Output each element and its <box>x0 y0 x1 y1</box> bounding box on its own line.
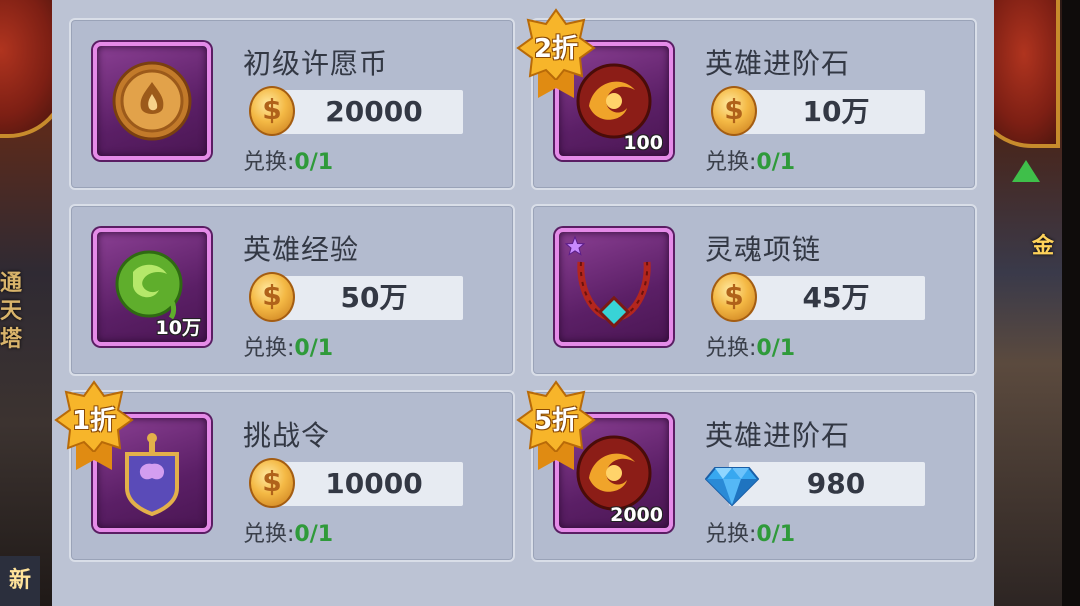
item-frame <box>93 42 211 160</box>
coin-icon: $ <box>249 272 295 322</box>
coin-icon: $ <box>711 86 757 136</box>
soul-necklace-icon <box>577 261 651 329</box>
exchange-status: 兑换:0/1 <box>705 144 795 176</box>
left-bottom-tab[interactable]: 新 <box>0 556 40 606</box>
coin-icon: $ <box>249 86 295 136</box>
exchange-status: 兑换:0/1 <box>705 330 795 362</box>
shop-item-card[interactable]: 2000 英雄进阶石 980 兑换:0/1 <box>531 390 977 562</box>
price-value: 20000 <box>325 95 423 128</box>
price-value: 50万 <box>340 281 408 314</box>
exchange-label: 兑换: <box>243 336 295 361</box>
shop-item-card[interactable]: 灵魂项链 45万 $ 兑换:0/1 <box>531 204 977 376</box>
price-bar: 50万 <box>267 276 463 320</box>
price-bar: 10万 <box>729 90 925 134</box>
discount-badge: 5折 <box>516 380 596 470</box>
exchange-status: 兑换:0/1 <box>243 144 333 176</box>
item-count: 2000 <box>610 504 663 526</box>
item-frame <box>555 228 673 346</box>
exchange-label: 兑换: <box>243 150 295 175</box>
discount-label: 1折 <box>71 406 117 436</box>
price-bar: 45万 <box>729 276 925 320</box>
item-name: 英雄经验 <box>243 233 360 266</box>
price-value: 10万 <box>802 95 870 128</box>
exchange-count: 0/1 <box>756 336 796 361</box>
item-name: 灵魂项链 <box>705 233 822 266</box>
shop-item-card[interactable]: 初级许愿币 20000 $ 兑换:0/1 <box>69 18 515 190</box>
item-name: 挑战令 <box>243 419 331 452</box>
diamond-icon <box>705 467 759 506</box>
discount-label: 5折 <box>533 406 579 436</box>
item-count: 10万 <box>155 317 201 339</box>
exchange-status: 兑换:0/1 <box>243 516 333 548</box>
discount-badge: 2折 <box>516 8 596 98</box>
item-count: 100 <box>623 132 663 154</box>
exchange-status: 兑换:0/1 <box>243 330 333 362</box>
exchange-count: 0/1 <box>756 150 796 175</box>
exchange-label: 兑换: <box>243 522 295 547</box>
right-side-label: 金 <box>1031 234 1054 259</box>
exchange-count: 0/1 <box>294 336 334 361</box>
exchange-count: 0/1 <box>756 522 796 547</box>
shop-item-card[interactable]: 100 英雄进阶石 10万 $ 兑换:0/1 <box>531 18 977 190</box>
left-background: 通天塔 新 <box>0 0 68 606</box>
price-bar: 10000 <box>267 462 463 506</box>
item-name: 英雄进阶石 <box>705 419 851 452</box>
exchange-label: 兑换: <box>705 150 757 175</box>
wish-coin-icon <box>112 61 192 141</box>
coin-icon: $ <box>249 458 295 508</box>
shop-item-card[interactable]: 挑战令 10000 $ 兑换:0/1 <box>69 390 515 562</box>
exchange-count: 0/1 <box>294 150 334 175</box>
exchange-status: 兑换:0/1 <box>705 516 795 548</box>
shop-item-card[interactable]: 10万 英雄经验 50万 $ 兑换:0/1 <box>69 204 515 376</box>
discount-label: 2折 <box>533 34 579 64</box>
left-side-label: 通天塔 <box>0 271 23 352</box>
price-value: 45万 <box>802 281 870 314</box>
arrow-up-icon <box>1012 160 1040 182</box>
item-frame: 10万 <box>93 228 211 346</box>
exchange-label: 兑换: <box>705 336 757 361</box>
right-edge <box>1062 0 1080 606</box>
item-name: 英雄进阶石 <box>705 47 851 80</box>
discount-badge: 1折 <box>54 380 134 470</box>
item-name: 初级许愿币 <box>243 47 389 80</box>
exchange-count: 0/1 <box>294 522 334 547</box>
price-value: 10000 <box>325 467 423 500</box>
coin-icon: $ <box>711 272 757 322</box>
exchange-label: 兑换: <box>705 522 757 547</box>
price-bar: 20000 <box>267 90 463 134</box>
